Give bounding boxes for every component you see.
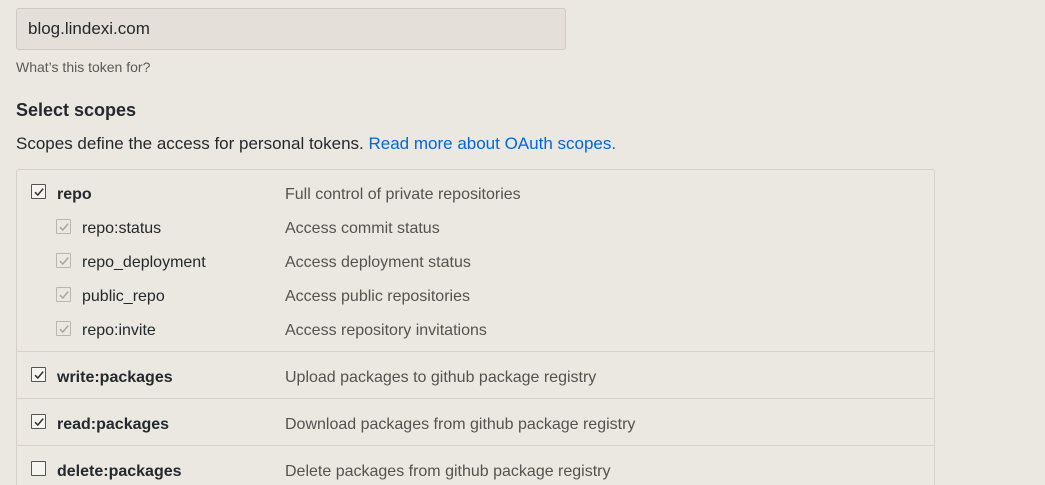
scope-desc-repo-invite: Access repository invitations — [285, 322, 487, 339]
scope-desc-repo: Full control of private repositories — [285, 186, 521, 203]
checkmark-icon — [34, 188, 44, 197]
checkmark-icon — [59, 257, 69, 266]
scope-desc-read-packages: Download packages from github package re… — [285, 416, 636, 433]
scope-name-write-packages: write:packages — [57, 369, 173, 386]
delete-packages-checkbox[interactable] — [31, 461, 46, 476]
scope-name-repo: repo — [57, 186, 92, 203]
token-note-help: What’s this token for? — [16, 59, 151, 75]
scope-row-read-packages: read:packages Download packages from git… — [17, 399, 934, 446]
scope-row-delete-packages: delete:packages Delete packages from git… — [17, 446, 934, 485]
scope-name-read-packages: read:packages — [57, 416, 170, 433]
read-packages-checkbox[interactable] — [31, 414, 46, 429]
scope-desc-write-packages: Upload packages to github package regist… — [285, 369, 597, 386]
checkmark-icon — [34, 371, 44, 380]
scope-name-repo-status: repo:status — [82, 220, 162, 237]
repo-checkbox[interactable] — [31, 184, 46, 199]
scope-desc-public-repo: Access public repositories — [285, 288, 470, 305]
scopes-list: repo Full control of private repositorie… — [16, 169, 935, 485]
token-settings-page: What’s this token for? Select scopes Sco… — [0, 0, 1045, 485]
checkmark-icon — [59, 325, 69, 334]
scopes-description: Scopes define the access for personal to… — [16, 134, 616, 154]
checkmark-icon — [59, 223, 69, 232]
scope-name-public-repo: public_repo — [82, 288, 165, 305]
scope-group-delete-packages: delete:packages Delete packages from git… — [17, 446, 934, 485]
scope-row-repo: repo Full control of private repositorie… — [17, 170, 934, 212]
repo-deployment-checkbox[interactable] — [56, 253, 71, 268]
scope-desc-repo-deployment: Access deployment status — [285, 254, 471, 271]
write-packages-checkbox[interactable] — [31, 367, 46, 382]
scope-row-repo-invite: repo:invite Access repository invitation… — [17, 314, 934, 348]
checkmark-icon — [59, 291, 69, 300]
scope-desc-delete-packages: Delete packages from github package regi… — [285, 463, 611, 480]
scope-group-repo: repo Full control of private repositorie… — [17, 170, 934, 352]
oauth-scopes-link[interactable]: Read more about OAuth scopes. — [369, 134, 617, 153]
checkmark-icon — [34, 418, 44, 427]
select-scopes-heading: Select scopes — [16, 100, 137, 120]
repo-status-checkbox[interactable] — [56, 219, 71, 234]
scope-group-read-packages: read:packages Download packages from git… — [17, 399, 934, 446]
scope-name-repo-deployment: repo_deployment — [82, 254, 206, 271]
scope-desc-repo-status: Access commit status — [285, 220, 440, 237]
scope-row-repo-status: repo:status Access commit status — [17, 212, 934, 246]
scope-row-public-repo: public_repo Access public repositories — [17, 280, 934, 314]
repo-invite-checkbox[interactable] — [56, 321, 71, 336]
scope-name-delete-packages: delete:packages — [57, 463, 182, 480]
scope-group-write-packages: write:packages Upload packages to github… — [17, 352, 934, 399]
scopes-description-text: Scopes define the access for personal to… — [16, 134, 364, 153]
token-note-input[interactable] — [16, 8, 566, 50]
scope-name-repo-invite: repo:invite — [82, 322, 156, 339]
scope-row-write-packages: write:packages Upload packages to github… — [17, 352, 934, 399]
public-repo-checkbox[interactable] — [56, 287, 71, 302]
scope-row-repo-deployment: repo_deployment Access deployment status — [17, 246, 934, 280]
